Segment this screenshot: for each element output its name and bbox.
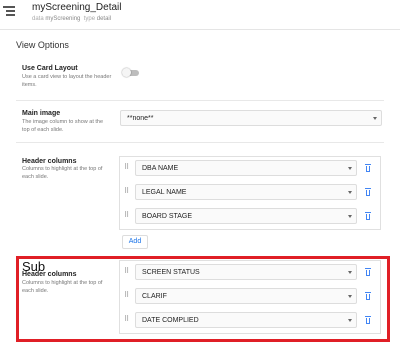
chevron-down-icon	[348, 271, 352, 274]
toggle-knob	[122, 68, 131, 77]
chevron-down-icon	[348, 295, 352, 298]
sub-header-column-value: DATE COMPLIED	[142, 317, 199, 324]
chevron-down-icon	[348, 167, 352, 170]
drag-handle-icon[interactable]: ⠿	[124, 316, 130, 324]
add-header-column-button[interactable]: Add	[122, 235, 148, 249]
drag-handle-icon[interactable]: ⠿	[124, 188, 130, 196]
header-column-value: DBA NAME	[142, 165, 179, 172]
section-title: View Options	[16, 40, 69, 50]
header-columns-label: Header columns	[22, 158, 77, 165]
sub-header-columns-label: Header columns	[22, 271, 77, 278]
chevron-down-icon	[348, 215, 352, 218]
data-key: data	[32, 16, 44, 22]
data-value: myScreening	[45, 16, 81, 22]
header-column-select-1[interactable]: DBA NAME	[135, 160, 357, 176]
sub-header-column-select-1[interactable]: SCREEN STATUS	[135, 264, 357, 280]
sub-header-column-value: SCREEN STATUS	[142, 269, 200, 276]
trash-icon[interactable]	[365, 292, 371, 300]
chevron-down-icon	[348, 319, 352, 322]
chevron-down-icon	[348, 191, 352, 194]
divider	[16, 100, 384, 101]
drag-handle-icon[interactable]: ⠿	[124, 268, 130, 276]
header-column-value: BOARD STAGE	[142, 213, 193, 220]
header-column-value: LEGAL NAME	[142, 189, 187, 196]
type-key: type	[83, 16, 96, 22]
sub-header-column-select-3[interactable]: DATE COMPLIED	[135, 312, 357, 328]
main-image-description: The image column to show at the top of e…	[22, 119, 104, 133]
trash-icon[interactable]	[365, 316, 371, 324]
divider	[16, 142, 384, 143]
drag-handle-icon[interactable]: ⠿	[124, 212, 130, 220]
view-meta: data myScreening type detail	[32, 16, 111, 22]
sub-header-column-value: CLARIF	[142, 293, 167, 300]
main-image-select[interactable]: **none**	[120, 110, 382, 126]
trash-icon[interactable]	[365, 268, 371, 276]
view-icon	[3, 6, 15, 18]
sub-header-columns-description: Columns to highlight at the top of each …	[22, 280, 103, 294]
drag-handle-icon[interactable]: ⠿	[124, 292, 130, 300]
sub-header-column-select-2[interactable]: CLARIF	[135, 288, 357, 304]
header-column-select-3[interactable]: BOARD STAGE	[135, 208, 357, 224]
use-card-layout-description: Use a card view to layout the header ite…	[22, 74, 112, 88]
trash-icon[interactable]	[365, 188, 371, 196]
main-image-value: **none**	[127, 115, 154, 122]
main-image-label: Main image	[22, 110, 61, 117]
header-columns-description: Columns to highlight at the top of each …	[22, 166, 103, 180]
use-card-layout-toggle[interactable]	[122, 68, 140, 77]
view-title: myScreening_Detail	[32, 2, 122, 13]
trash-icon[interactable]	[365, 164, 371, 172]
chevron-down-icon	[373, 117, 377, 120]
type-value: detail	[96, 16, 112, 22]
trash-icon[interactable]	[365, 212, 371, 220]
header-column-select-2[interactable]: LEGAL NAME	[135, 184, 357, 200]
drag-handle-icon[interactable]: ⠿	[124, 164, 130, 172]
use-card-layout-label: Use Card Layout	[22, 65, 78, 72]
